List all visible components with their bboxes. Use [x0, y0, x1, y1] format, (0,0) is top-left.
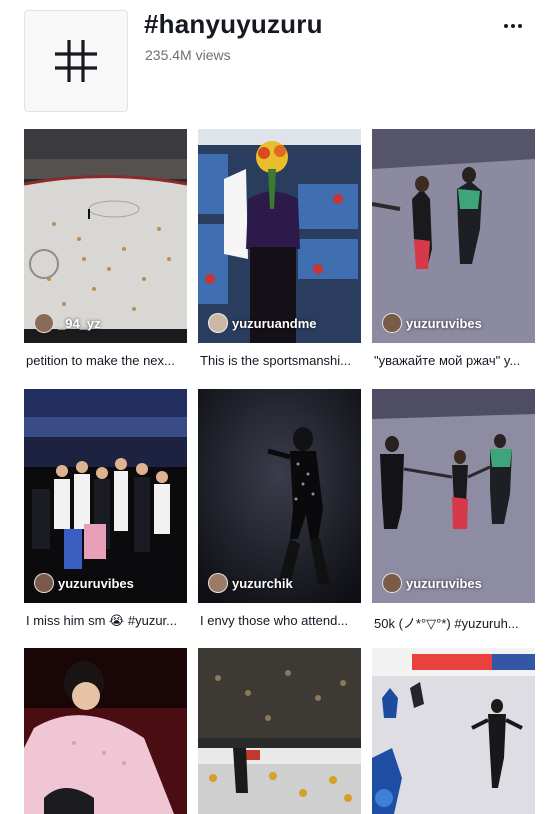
video-thumbnail[interactable]: yuzurchik — [198, 389, 361, 603]
author-name: yuzurchik — [232, 575, 293, 591]
more-horizontal-icon — [504, 24, 508, 28]
avatar — [382, 313, 402, 333]
view-count: 235.4M views — [145, 47, 231, 63]
video-author[interactable]: _94_yz — [34, 313, 101, 333]
author-name: _94_yz — [58, 315, 101, 331]
more-options-button[interactable] — [500, 20, 526, 32]
video-thumbnail[interactable]: yuzuruvibes — [24, 389, 187, 603]
hashtag-title: #hanyuyuzuru — [144, 9, 323, 39]
avatar — [382, 573, 402, 593]
more-dot — [518, 24, 522, 28]
avatar — [34, 573, 54, 593]
avatar — [208, 313, 228, 333]
video-author[interactable]: yuzuruvibes — [34, 573, 134, 593]
video-author[interactable]: yuzurchik — [208, 573, 293, 593]
video-caption[interactable]: petition to make the nex... — [26, 353, 186, 368]
video-thumbnail[interactable]: yuzuruvibes — [372, 389, 535, 603]
video-thumbnail[interactable] — [372, 648, 535, 814]
avatar — [208, 573, 228, 593]
video-caption[interactable]: I miss him sm 😭 #yuzur... — [26, 613, 186, 629]
video-thumbnail[interactable]: yuzuruvibes — [372, 129, 535, 343]
video-author[interactable]: yuzuruandme — [208, 313, 317, 333]
hashtag-header: #hanyuyuzuru 235.4M views — [0, 0, 554, 120]
hashtag-icon — [55, 40, 97, 82]
video-caption[interactable]: This is the sportsmanshi... — [200, 353, 360, 368]
video-caption[interactable]: I envy those who attend... — [200, 613, 360, 628]
video-thumbnail[interactable]: _94_yz — [24, 129, 187, 343]
video-caption[interactable]: 50k (ノ*°▽°*) #yuzuruh... — [374, 613, 534, 632]
author-name: yuzuruvibes — [58, 575, 134, 591]
author-name: yuzuruandme — [232, 315, 317, 331]
avatar — [34, 313, 54, 333]
video-author[interactable]: yuzuruvibes — [382, 313, 482, 333]
video-caption[interactable]: "уважайте мой ржач" y... — [374, 353, 534, 368]
hashtag-avatar — [24, 10, 128, 112]
author-name: yuzuruvibes — [406, 315, 482, 331]
author-name: yuzuruvibes — [406, 575, 482, 591]
video-thumbnail[interactable] — [24, 648, 187, 814]
video-thumbnail[interactable]: yuzuruandme — [198, 129, 361, 343]
more-dot — [511, 24, 515, 28]
video-thumbnail[interactable] — [198, 648, 361, 814]
video-author[interactable]: yuzuruvibes — [382, 573, 482, 593]
